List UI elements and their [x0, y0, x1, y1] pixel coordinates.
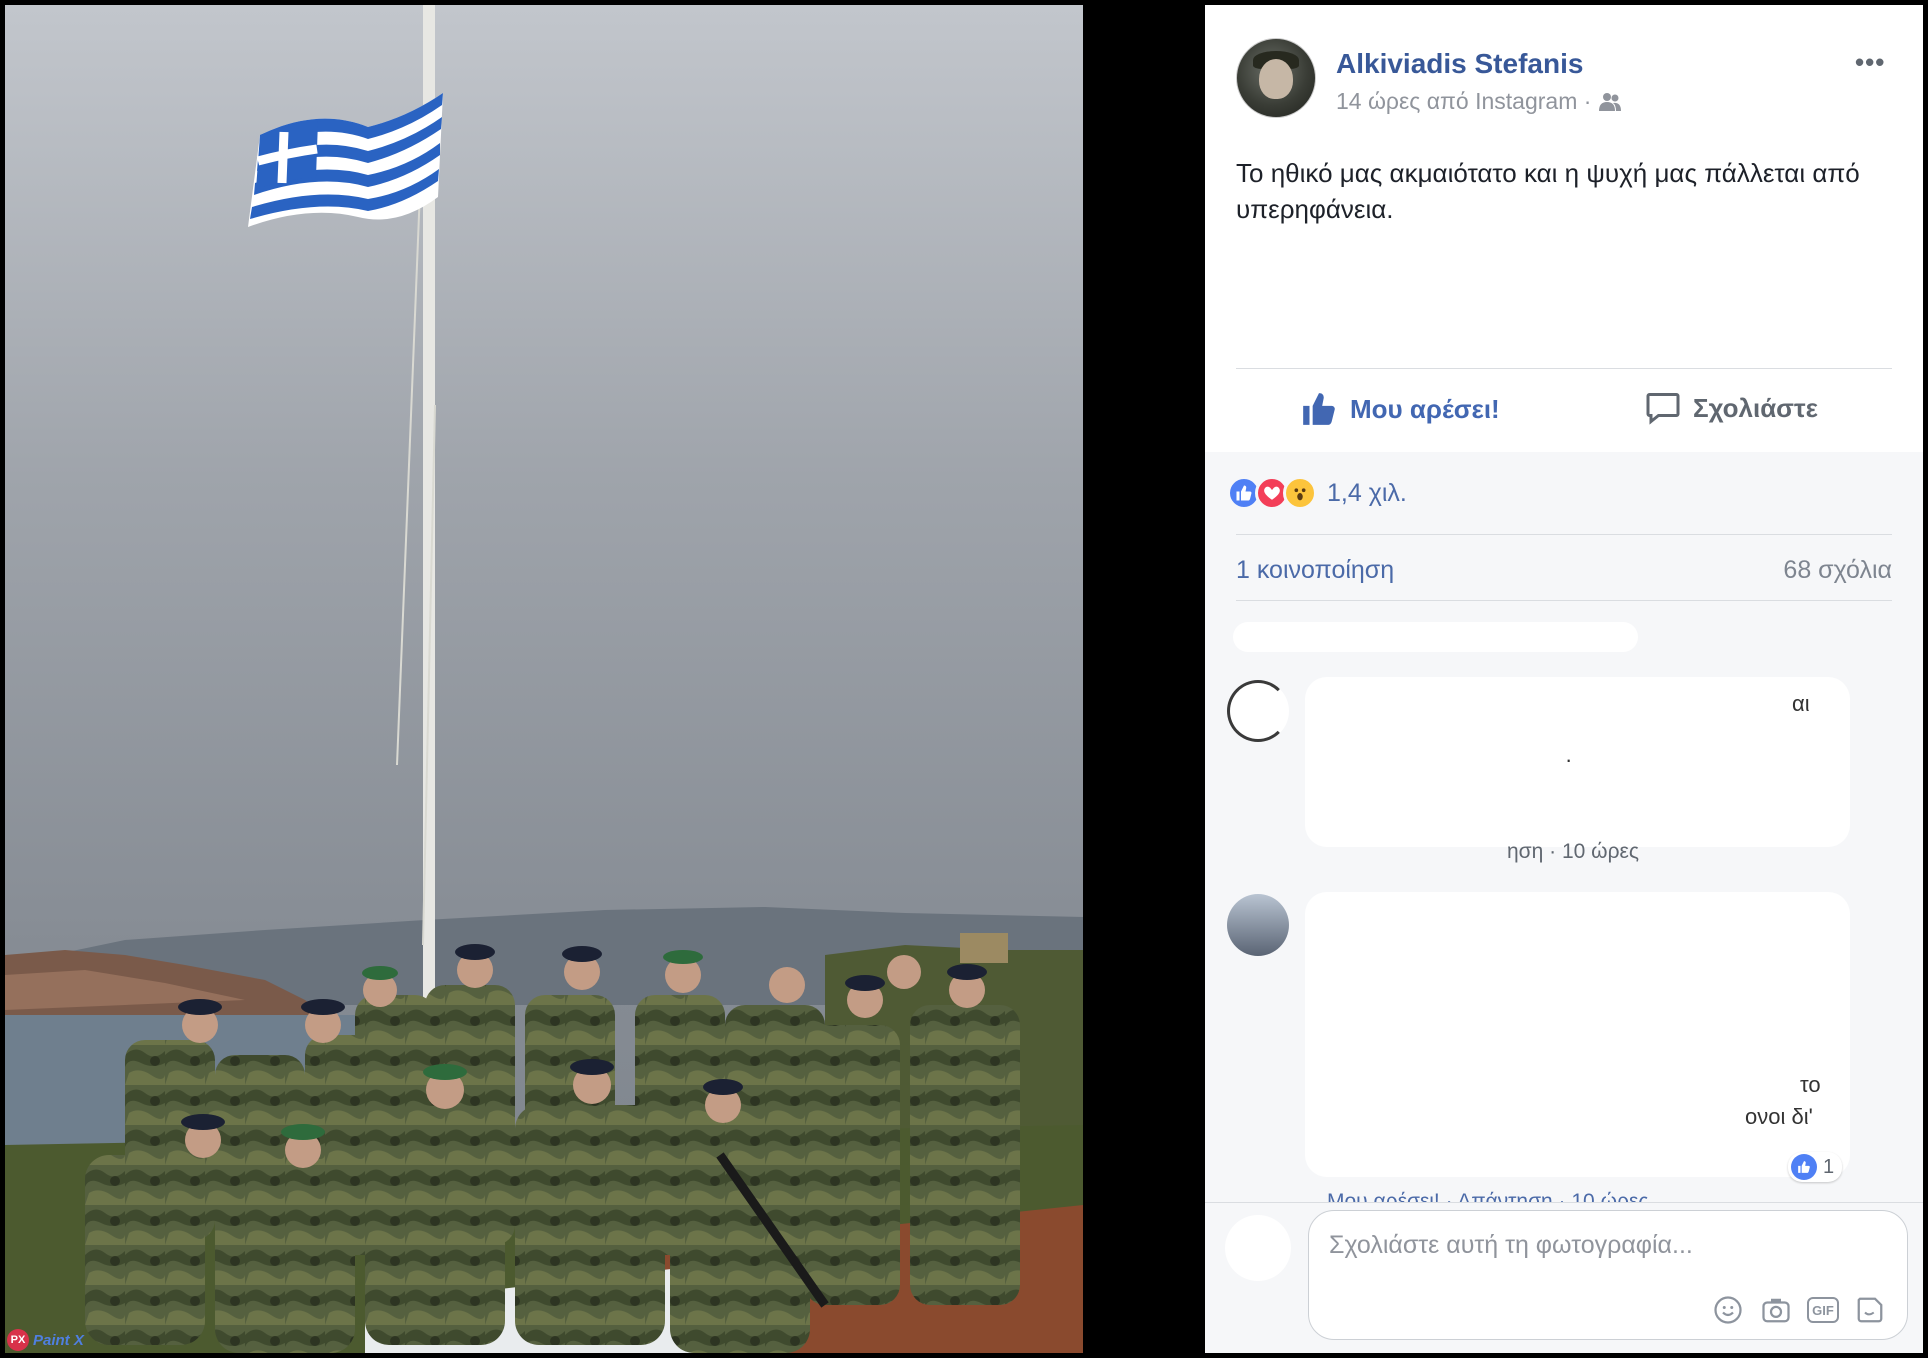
like-button-label: Μου αρέσει! — [1350, 393, 1500, 424]
watermark-paintx: PX Paint X — [7, 1329, 84, 1351]
reaction-count: 1,4 χιλ. — [1327, 478, 1407, 507]
comment-avatar[interactable] — [1227, 680, 1289, 742]
comment-footer[interactable]: Μου αρέσει! · Απάντηση · 10 ώρες — [1327, 1187, 1648, 1203]
reactions-summary[interactable]: 1,4 χιλ. — [1227, 476, 1407, 510]
divider — [1236, 600, 1892, 601]
comment-input[interactable]: Σχολιάστε αυτή τη φωτογραφία... — [1329, 1231, 1693, 1260]
post-header — [1236, 38, 1316, 118]
camera-icon[interactable] — [1759, 1293, 1793, 1327]
avatar-face — [1259, 59, 1293, 99]
post-timestamp[interactable]: 14 ώρες από Instagram · — [1336, 88, 1591, 115]
more-options-icon[interactable]: ••• — [1855, 47, 1885, 78]
author-name[interactable]: Alkiviadis Stefanis — [1336, 48, 1583, 80]
post-side-panel: Alkiviadis Stefanis 14 ώρες από Instagra… — [1205, 5, 1923, 1353]
comment-composer[interactable]: Σχολιάστε αυτή τη φωτογραφία... GIF — [1308, 1210, 1908, 1340]
emoji-icon[interactable] — [1711, 1293, 1745, 1327]
wow-reaction-icon — [1283, 476, 1317, 510]
post-photo[interactable]: PX Paint X — [5, 5, 1083, 1353]
photo-image — [5, 5, 1083, 1353]
comment-fragment: αι — [1792, 691, 1810, 716]
divider — [1236, 368, 1892, 369]
comment-footer: ηση · 10 ώρες — [1507, 840, 1639, 863]
comment-fragment: το — [1800, 1072, 1821, 1097]
author-avatar[interactable] — [1236, 38, 1316, 118]
comment-button[interactable]: Σχολιάστε — [1645, 390, 1818, 426]
comment-like-number: 1 — [1823, 1155, 1835, 1178]
post-meta: 14 ώρες από Instagram · — [1336, 88, 1622, 115]
shares-link[interactable]: 1 κοινοποίηση — [1236, 556, 1394, 585]
comment-like-count[interactable]: 1 — [1788, 1152, 1843, 1182]
like-button[interactable]: Μου αρέσει! — [1300, 390, 1500, 428]
gif-icon[interactable]: GIF — [1807, 1297, 1839, 1323]
sticker-icon[interactable] — [1853, 1293, 1887, 1327]
divider — [1205, 1202, 1923, 1203]
comment-fragment: ονοι δι' — [1745, 1104, 1813, 1129]
thumbs-up-icon — [1303, 393, 1335, 425]
divider — [1236, 534, 1892, 535]
redacted-region — [1233, 622, 1638, 652]
post-caption: Το ηθικό μας ακμαιότατο και η ψυχή μας π… — [1236, 158, 1860, 224]
speech-bubble-icon — [1646, 393, 1680, 425]
comment-bubble-redacted: αι · — [1305, 677, 1850, 847]
comment-avatar[interactable] — [1227, 894, 1289, 956]
gif-label: GIF — [1812, 1302, 1834, 1318]
like-badge-icon — [1791, 1154, 1817, 1180]
paintx-icon: PX — [7, 1329, 29, 1351]
friends-audience-icon[interactable] — [1599, 92, 1622, 112]
comment-button-label: Σχολιάστε — [1693, 392, 1818, 423]
watermark-text: Paint X — [33, 1331, 84, 1349]
comment-fragment: · — [1565, 747, 1573, 772]
comments-count-link[interactable]: 68 σχόλια — [1783, 556, 1892, 585]
composer-tools: GIF — [1711, 1293, 1887, 1327]
comment-bubble-redacted: το ονοι δι' — [1305, 892, 1850, 1177]
composer-avatar — [1225, 1215, 1291, 1281]
